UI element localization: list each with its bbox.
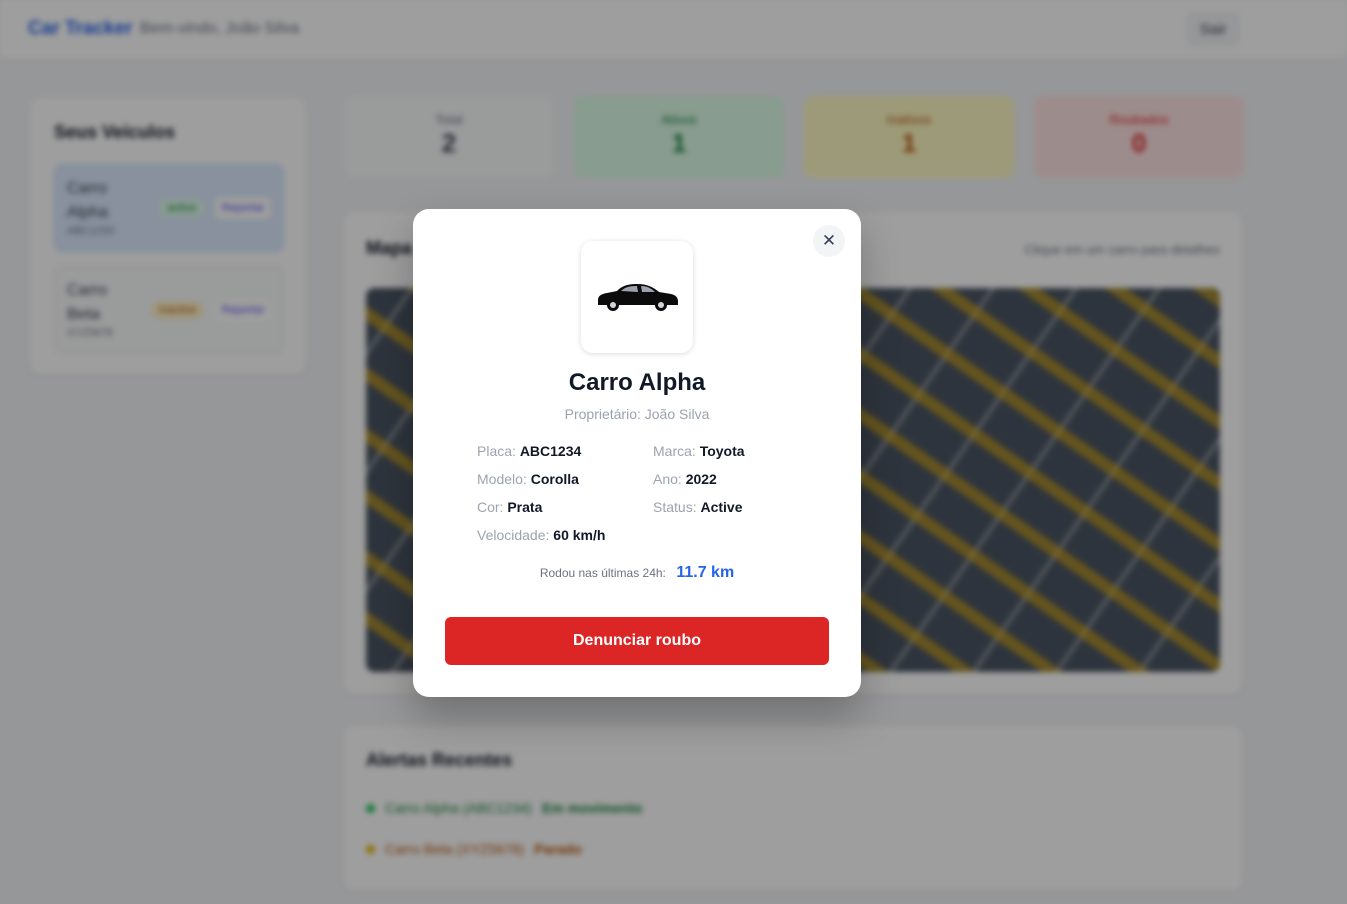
field-value: Corolla — [530, 471, 579, 487]
close-icon: ✕ — [821, 231, 837, 250]
field-label: Modelo: — [477, 471, 527, 487]
report-theft-button[interactable]: Denunciar roubo — [445, 617, 829, 665]
field-label: Velocidade: — [477, 527, 550, 543]
field-cor: Cor: Prata — [477, 499, 542, 515]
field-value: Prata — [507, 499, 543, 515]
field-velocidade: Velocidade: 60 km/h — [477, 527, 605, 543]
field-value: 60 km/h — [553, 527, 606, 543]
field-value: 2022 — [685, 471, 717, 487]
field-value: Active — [700, 499, 743, 515]
car-icon — [598, 284, 678, 311]
field-value: ABC1234 — [519, 443, 582, 459]
field-modelo: Modelo: Corolla — [477, 471, 579, 487]
field-label: Placa: — [477, 443, 516, 459]
close-button[interactable]: ✕ — [813, 225, 845, 257]
field-status: Status: Active — [653, 499, 743, 515]
field-label: Marca: — [653, 443, 696, 459]
field-label: Ano: — [653, 471, 682, 487]
vehicle-details-modal: ✕ Carro Alpha Proprietário: João Silva P… — [413, 209, 861, 697]
field-ano: Ano: 2022 — [653, 471, 717, 487]
field-value: Toyota — [699, 443, 745, 459]
car-image — [581, 241, 693, 353]
field-label: Status: — [653, 499, 697, 515]
field-marca: Marca: Toyota — [653, 443, 745, 459]
distance-value: 11.7 km — [676, 564, 735, 581]
field-label: Cor: — [477, 499, 504, 515]
distance-24h: Rodou nas últimas 24h: 11.7 km — [413, 564, 861, 582]
field-placa: Placa: ABC1234 — [477, 443, 581, 459]
vehicle-title: Carro Alpha — [568, 369, 706, 396]
vehicle-owner: Proprietário: João Silva — [564, 406, 710, 422]
distance-label: Rodou nas últimas 24h: — [539, 566, 666, 580]
